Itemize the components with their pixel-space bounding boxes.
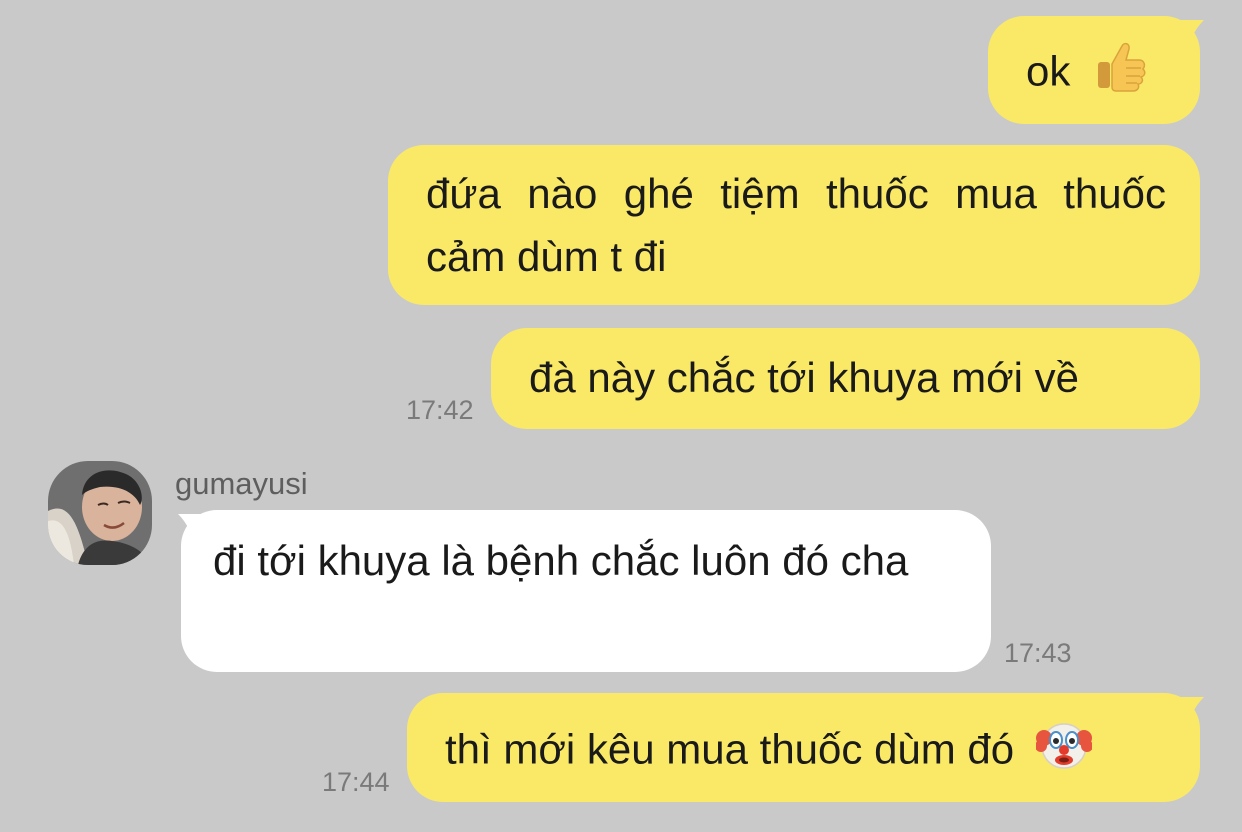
message-timestamp: 17:43 — [1004, 638, 1072, 668]
message-bubble-outgoing[interactable]: đà này chắc tới khuya mới về — [491, 328, 1200, 429]
message-bubble-outgoing[interactable]: ok — [988, 16, 1200, 124]
avatar[interactable] — [48, 461, 152, 565]
sender-name: gumayusi — [175, 466, 308, 501]
message-timestamp: 17:42 — [406, 395, 474, 425]
thumbs-up-icon — [1092, 38, 1148, 111]
bubble-tail — [1172, 697, 1204, 723]
message-bubble-outgoing[interactable]: thì mới kêu mua thuốc dùm đó — [407, 693, 1200, 802]
message-bubble-incoming[interactable]: đi tới khuya là bệnh chắc luôn đó cha — [181, 510, 991, 672]
message-text: ok — [1026, 47, 1071, 95]
message-timestamp: 17:44 — [322, 767, 390, 797]
message-text: đi tới khuya là bệnh chắc luôn đó cha — [213, 537, 909, 584]
message-text: đà này chắc tới khuya mới về — [529, 354, 1079, 401]
bubble-tail — [1172, 20, 1204, 46]
message-bubble-outgoing[interactable]: đứa nào ghé tiệm thuốc mua thuốc cảm dùm… — [388, 145, 1200, 305]
message-text: đứa nào ghé tiệm thuốc mua thuốc cảm dùm… — [426, 170, 1166, 280]
message-text: thì mới kêu mua thuốc dùm đó — [445, 725, 1015, 773]
clown-face-icon — [1034, 716, 1093, 789]
